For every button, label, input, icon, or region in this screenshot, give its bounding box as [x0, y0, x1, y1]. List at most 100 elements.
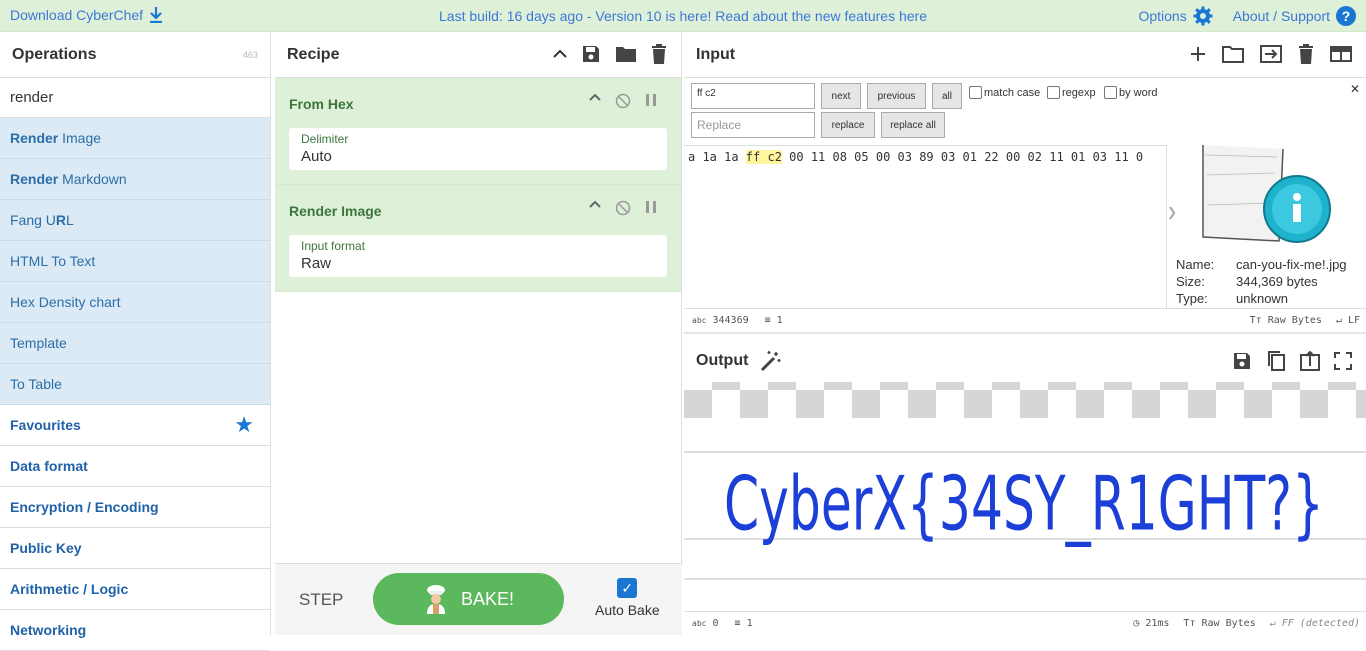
- io-divider[interactable]: [684, 332, 1366, 334]
- file-size: 344,369 bytes: [1236, 274, 1318, 289]
- operation-item-label: L: [66, 212, 74, 228]
- checker-tile: [1300, 390, 1328, 418]
- by-word-checkbox[interactable]: [1104, 86, 1117, 99]
- regexp-checkbox[interactable]: [1047, 86, 1060, 99]
- about-support-link[interactable]: About / Support: [1233, 8, 1330, 24]
- input-eol-selector[interactable]: ↵ LF: [1336, 315, 1360, 326]
- input-encoding-selector[interactable]: Tт Raw Bytes: [1250, 315, 1322, 326]
- match-case-option[interactable]: match case: [969, 86, 1040, 99]
- download-link[interactable]: Download CyberChef: [10, 7, 163, 23]
- collapse-chevron-icon[interactable]: [589, 93, 601, 103]
- match-case-checkbox[interactable]: [969, 86, 982, 99]
- operations-search-input[interactable]: render: [0, 78, 270, 118]
- help-icon[interactable]: ?: [1336, 6, 1356, 26]
- download-icon: [150, 7, 163, 23]
- category-item[interactable]: Arithmetic / Logic: [0, 569, 270, 610]
- close-find-icon[interactable]: ✕: [1350, 82, 1360, 96]
- output-header: Output: [684, 338, 1366, 384]
- disable-icon[interactable]: [615, 93, 631, 109]
- find-next-button[interactable]: next: [821, 83, 861, 109]
- input-status-bar: abc 344369 ≡ 1 Tт Raw Bytes ↵ LF: [684, 308, 1366, 332]
- checker-tile: [1048, 382, 1076, 390]
- category-item[interactable]: Public Key: [0, 528, 270, 569]
- operations-header: Operations 463: [0, 32, 270, 78]
- operation-item[interactable]: Render Markdown: [0, 159, 270, 200]
- output-length-stat: abc 0: [692, 618, 719, 629]
- star-icon: ★: [234, 412, 254, 437]
- collapse-handle-icon[interactable]: ❯: [1167, 205, 1177, 219]
- replace-all-button[interactable]: replace all: [881, 112, 945, 138]
- trash-icon[interactable]: [651, 44, 667, 64]
- checker-tile: [712, 382, 740, 390]
- operation-item[interactable]: Hex Density chart: [0, 282, 270, 323]
- step-button[interactable]: STEP: [299, 590, 343, 610]
- operation-item[interactable]: Template: [0, 323, 270, 364]
- gear-icon[interactable]: [1193, 6, 1213, 26]
- category-item[interactable]: Data format: [0, 446, 270, 487]
- checker-tile: [880, 382, 908, 390]
- replace-input-icon[interactable]: [1300, 351, 1320, 371]
- copy-output-icon[interactable]: [1266, 350, 1286, 372]
- operation-item[interactable]: To Table: [0, 364, 270, 405]
- operation-item[interactable]: HTML To Text: [0, 241, 270, 282]
- category-label: Data format: [10, 458, 88, 474]
- options-link[interactable]: Options: [1138, 8, 1186, 24]
- hex-match-highlight: ff c2: [745, 150, 782, 164]
- disable-icon[interactable]: [615, 200, 631, 216]
- recipe-operation[interactable]: Render Image Input format Raw: [275, 185, 681, 292]
- add-tab-icon[interactable]: [1190, 46, 1206, 62]
- recipe-argument-field[interactable]: Delimiter Auto: [289, 128, 667, 170]
- recipe-operation[interactable]: From Hex Delimiter Auto: [275, 78, 681, 185]
- checker-tile: [824, 382, 852, 390]
- bake-button[interactable]: BAKE!: [373, 573, 564, 625]
- auto-bake-toggle[interactable]: ✓ Auto Bake: [595, 578, 660, 618]
- folder-icon[interactable]: [615, 45, 637, 63]
- clear-input-icon[interactable]: [1298, 44, 1314, 64]
- checker-tile: [1020, 390, 1048, 418]
- bake-bar: STEP BAKE! ✓ Auto Bake: [275, 563, 682, 635]
- breakpoint-icon[interactable]: [645, 200, 657, 214]
- replace-input[interactable]: Replace: [691, 112, 815, 138]
- category-label: Public Key: [10, 540, 82, 556]
- handwritten-flag: CyberX{34SY_R1GHT?}: [724, 461, 1324, 548]
- recipe-operation-name: From Hex: [289, 96, 354, 112]
- replace-button[interactable]: replace: [821, 112, 875, 138]
- open-folder-icon[interactable]: [1222, 45, 1244, 63]
- maximise-icon[interactable]: [1334, 352, 1352, 370]
- hex-before: a 1a 1a: [688, 150, 746, 164]
- save-icon[interactable]: [581, 44, 601, 64]
- argument-value: Auto: [301, 148, 332, 165]
- auto-bake-checkbox[interactable]: ✓: [617, 578, 638, 598]
- operation-item[interactable]: Fang URL: [0, 200, 270, 241]
- by-word-option[interactable]: by word: [1104, 86, 1158, 99]
- build-message-link[interactable]: Last build: 16 days ago - Version 10 is …: [439, 8, 927, 24]
- find-previous-button[interactable]: previous: [867, 83, 926, 109]
- category-item[interactable]: Favourites ★: [0, 405, 270, 446]
- recipe-operation-name: Render Image: [289, 203, 382, 219]
- operation-item-label: Render: [10, 171, 59, 187]
- recipe-argument-field[interactable]: Input format Raw: [289, 235, 667, 277]
- by-word-label: by word: [1119, 86, 1158, 99]
- category-item[interactable]: Networking: [0, 610, 270, 651]
- layout-icon[interactable]: [1330, 46, 1352, 62]
- open-file-icon[interactable]: [1260, 45, 1282, 63]
- file-name-label: Name:: [1176, 257, 1215, 272]
- save-output-icon[interactable]: [1232, 351, 1252, 371]
- chevron-up-icon[interactable]: [553, 49, 567, 59]
- category-item[interactable]: Encryption / Encoding: [0, 487, 270, 528]
- input-text[interactable]: a 1a 1a ff c2 00 11 08 05 00 03 89 03 01…: [688, 150, 1143, 164]
- breakpoint-icon[interactable]: [645, 93, 657, 107]
- checker-tile: [1272, 382, 1300, 390]
- checker-tile: [936, 382, 964, 390]
- collapse-chevron-icon[interactable]: [589, 200, 601, 210]
- output-eol-selector[interactable]: ↵ FF (detected): [1270, 618, 1360, 629]
- match-case-label: match case: [984, 86, 1041, 99]
- auto-bake-label: Auto Bake: [595, 602, 660, 618]
- output-encoding-selector[interactable]: Tт Raw Bytes: [1183, 618, 1255, 629]
- operation-item[interactable]: Render Image: [0, 118, 270, 159]
- magic-wand-icon[interactable]: [760, 350, 782, 372]
- find-all-button[interactable]: all: [932, 83, 962, 109]
- find-input[interactable]: ff c2: [691, 83, 815, 109]
- regexp-option[interactable]: regexp: [1047, 86, 1096, 99]
- file-size-label: Size:: [1176, 274, 1205, 289]
